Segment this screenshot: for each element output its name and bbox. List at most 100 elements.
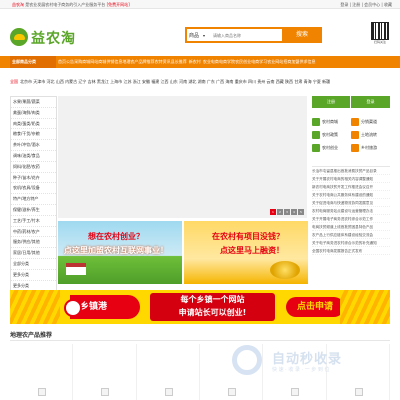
nav-item[interactable]: 县长推荐: [171, 56, 187, 68]
nav-item[interactable]: 品牌推荐: [138, 56, 155, 68]
quick-link-label: 乡村旅游: [361, 145, 377, 150]
banner-dot[interactable]: 1: [270, 209, 276, 215]
nav-item[interactable]: 农民创业: [235, 56, 251, 68]
sidebar-item[interactable]: 更多分类: [11, 270, 56, 281]
nav-item[interactable]: 地理农产: [122, 56, 138, 68]
search-category-select[interactable]: 商品 ▾: [189, 32, 205, 39]
top-bar-site-name[interactable]: 益农淘: [12, 2, 24, 7]
quick-link[interactable]: 农村政策: [312, 131, 351, 139]
nav-item[interactable]: 首页公告: [58, 56, 74, 68]
sidebar-item[interactable]: 茶叶/冲饮/酒水: [11, 140, 56, 151]
nav-item[interactable]: 电商学院: [219, 56, 235, 68]
coins-icon: [270, 261, 300, 279]
sidebar-item[interactable]: 特产/地方特产: [11, 194, 56, 205]
quick-link[interactable]: 分销渠道: [351, 118, 390, 126]
apply-button[interactable]: 点击申请: [286, 297, 344, 317]
nav-item[interactable]: 电商学习: [251, 56, 267, 68]
news-item[interactable]: 关于开展电子商务进农村综合示范工作: [312, 215, 390, 223]
top-bar-links[interactable]: 登录 | 注册 | 会员中心 | 收藏: [340, 2, 392, 8]
right-panel: 注册 登录 农村商城 分销渠道 农村政策 土地流转 农村创业 乡村旅游 长治市屯…: [312, 96, 390, 255]
product-card[interactable]: [10, 344, 74, 400]
all-categories-button[interactable]: 全部商品分类: [10, 56, 56, 68]
nav-item[interactable]: 农业电商: [203, 56, 219, 68]
news-item[interactable]: 农村电商服务站点建设与运营管理办法: [312, 207, 390, 215]
land-icon: [351, 131, 359, 139]
news-item[interactable]: 关于开展农村电商的相关内容调整通知: [312, 175, 390, 183]
startup-icon: [312, 144, 320, 152]
qr-code-icon: [371, 22, 389, 40]
entrepreneur-banner[interactable]: 想在农村创业？ 点这里加盟农村互联网事业！: [58, 221, 182, 284]
banner-dot[interactable]: 3: [284, 209, 290, 215]
sidebar-item[interactable]: 农机/农具/设备: [11, 183, 56, 195]
quick-link-label: 农村政策: [322, 132, 338, 137]
sidebar-item[interactable]: 饲料/化肥/农药: [11, 162, 56, 173]
quick-link-label: 土地流转: [361, 132, 377, 137]
quick-link[interactable]: 农村商城: [312, 118, 351, 126]
register-button[interactable]: 注册: [312, 96, 350, 108]
township-ad-banner[interactable]: 乡镇港 每个乡镇一个网站 申请站长可以创业! 点击申请: [10, 290, 390, 324]
township-slogan-line2: 申请站长可以创业!: [178, 308, 247, 317]
sidebar-item[interactable]: 服务/供应/其他: [11, 237, 56, 249]
sidebar-item[interactable]: 保健/滋补/养生: [11, 205, 56, 216]
news-item[interactable]: 电商扶贫频道上线首批贫困县特色产品: [312, 223, 390, 231]
quick-link[interactable]: 农村创业: [312, 144, 351, 152]
account-tabs: 注册 登录: [312, 96, 390, 108]
nav-item[interactable]: 供求信息: [299, 56, 315, 68]
search-button[interactable]: 搜索: [282, 27, 322, 43]
login-button[interactable]: 登录: [351, 96, 390, 108]
sidebar-item[interactable]: 肉类/蛋类/奶类: [11, 119, 56, 130]
news-item[interactable]: 关于促进电商与快递物流协同发展意见: [312, 199, 390, 207]
news-item[interactable]: 关于电子商务进农村综合示范的补充通知: [312, 239, 390, 247]
news-item[interactable]: 新农村电商扶贫开发工作推进会议召开: [312, 183, 390, 191]
sidebar-item[interactable]: 禽蛋/海鲜/肉类: [11, 108, 56, 119]
banner-dot[interactable]: 2: [277, 209, 283, 215]
qr-caption: 扫码关注: [373, 40, 386, 44]
nav-item[interactable]: 新农村: [187, 56, 203, 68]
nav-item[interactable]: 农业网站: [267, 56, 283, 68]
sidebar-item[interactable]: 工艺/手工/竹木: [11, 216, 56, 227]
watermark-subtitle: 快 速 · 收 录 · 一 步 到 位: [272, 367, 330, 373]
sidebar-item[interactable]: 全部分类: [11, 259, 56, 270]
product-card[interactable]: [73, 344, 137, 400]
nav-item[interactable]: 招商加盟: [283, 56, 299, 68]
region-label[interactable]: 全国: [10, 79, 18, 84]
top-bar-tagline: 是农业发展农村电子商务的引入产业服务平台: [25, 2, 106, 7]
financing-banner[interactable]: 在农村有项目没钱？ 点这里马上融资！: [184, 221, 308, 284]
nav-item[interactable]: 农特资讯: [155, 56, 171, 68]
financing-banner-line1: 在农村有项目没钱？: [212, 232, 284, 241]
sidebar-item[interactable]: 中药/药材/农产: [11, 227, 56, 238]
banner-dot[interactable]: 5: [298, 209, 304, 215]
free-site-link[interactable]: [免费开网站]: [107, 2, 130, 7]
decorative-stripes: [10, 290, 60, 324]
financing-banner-line2: 点这里马上融资！: [220, 246, 284, 255]
sidebar-item[interactable]: 调味/油类/食品: [11, 151, 56, 162]
decorative-stripes: [340, 290, 390, 324]
township-brand: 乡镇港: [64, 295, 140, 319]
nav-item[interactable]: 网站商城: [90, 56, 106, 68]
quick-link-label: 分销渠道: [361, 119, 377, 124]
watermark-logo-icon: [232, 345, 262, 375]
sidebar-item[interactable]: 种子/苗木/花卉: [11, 173, 56, 184]
nav-item[interactable]: 采购商城: [74, 56, 90, 68]
nav-item[interactable]: 供销信息: [106, 56, 122, 68]
logo-icon[interactable]: [10, 28, 28, 46]
logo-text[interactable]: 益农淘: [31, 28, 76, 48]
sidebar-item[interactable]: 家居/日用/其他: [11, 248, 56, 259]
quick-link-label: 农村创业: [322, 145, 338, 150]
news-item[interactable]: 关于农村电商公共服务体系建设的通知: [312, 191, 390, 199]
nav-list: 首页公告 采购商城 网站商城 供销信息 地理农产 品牌推荐 农特资讯 县长推荐 …: [58, 56, 316, 68]
news-item[interactable]: 长治市屯留县推出首批消费扶贫产品目录: [312, 167, 390, 175]
sidebar-item[interactable]: 粮食/干货/杂粮: [11, 129, 56, 141]
sidebar-item[interactable]: 水果/果蔬/蔬菜: [11, 97, 56, 108]
region-links[interactable]: 北京市 天津市 河北 山西 内蒙古 辽宁 吉林 黑龙江 上海市 江苏 浙江 安徽…: [20, 79, 330, 84]
search-input[interactable]: [213, 30, 283, 40]
news-item[interactable]: 农产品上行供应链体系建设经验交流会: [312, 231, 390, 239]
main-banner[interactable]: 1 2 3 4 5: [58, 96, 307, 218]
quick-link[interactable]: 乡村旅游: [351, 144, 390, 152]
search-category-label: 商品: [189, 33, 200, 39]
product-card[interactable]: [137, 344, 200, 400]
quick-link[interactable]: 土地流转: [351, 131, 390, 139]
news-item[interactable]: 全国农村电商发展报告正式发布: [312, 247, 390, 255]
chevron-down-icon: ▾: [203, 33, 206, 38]
banner-dot[interactable]: 4: [291, 209, 297, 215]
